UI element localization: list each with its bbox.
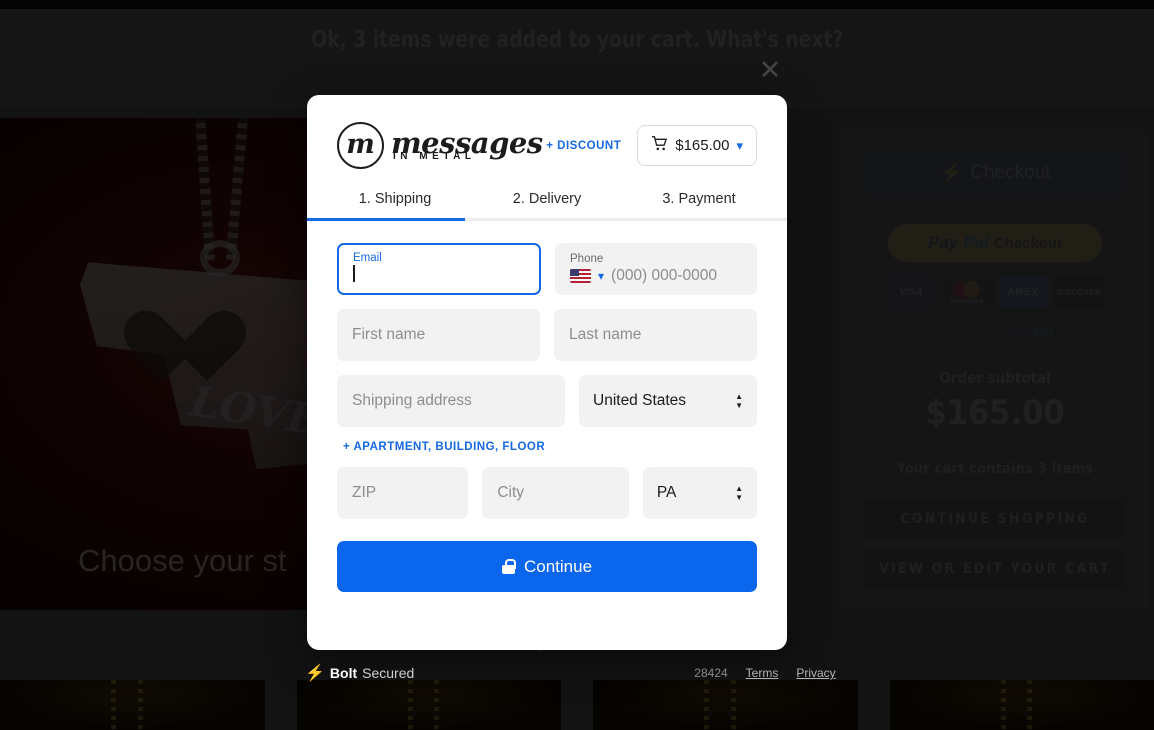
phone-label: Phone [570,253,604,265]
logo-monogram-icon: m [337,122,384,169]
bolt-icon: ⚡ [305,665,325,682]
city-placeholder: City [497,484,525,501]
checkout-steps: 1. Shipping 2. Delivery 3. Payment [307,191,787,218]
stepper-icon: ▲ ▼ [735,392,743,410]
logo-subtitle: IN METAL [393,151,476,162]
phone-placeholder: (000) 000-0000 [611,267,718,284]
tab-payment[interactable]: 3. Payment [623,191,775,218]
city-field[interactable]: City [482,467,629,519]
bolt-checkout-modal: m messages IN METAL + DISCOUNT $165.00 ▾ [307,95,787,650]
phone-field[interactable]: Phone ▾ (000) 000-0000 [555,243,757,295]
page-root: Ok, 3 items were added to your cart. Wha… [0,0,1154,730]
modal-header: m messages IN METAL + DISCOUNT $165.00 ▾ [307,95,787,169]
last-name-field[interactable]: Last name [554,309,757,361]
bolt-word: Bolt [329,665,358,681]
email-field[interactable]: Email [337,243,541,295]
cart-amount: $165.00 [675,137,730,154]
tab-delivery[interactable]: 2. Delivery [471,191,623,218]
modal-footer: ⚡ Bolt Secured 28424 Terms Privacy [305,663,865,683]
zip-field[interactable]: ZIP [337,467,469,519]
secured-word: Secured [362,665,415,681]
tab-shipping[interactable]: 1. Shipping [319,191,471,218]
step-progress-track [307,218,787,221]
order-reference-number: 28424 [694,666,728,680]
first-name-field[interactable]: First name [337,309,540,361]
state-value: PA [656,484,677,501]
state-select[interactable]: PA ▲ ▼ [642,467,757,519]
shipping-address-field[interactable]: Shipping address [337,375,565,427]
chevron-down-icon: ▾ [736,137,743,153]
merchant-logo: m messages IN METAL [337,122,543,169]
shipping-form: Email Phone ▾ (000) 000-0000 First name [307,221,787,592]
zip-placeholder: ZIP [352,484,377,501]
cart-summary-button[interactable]: $165.00 ▾ [637,125,757,166]
privacy-link[interactable]: Privacy [796,666,835,680]
first-name-placeholder: First name [352,326,426,343]
stepper-icon: ▲ ▼ [735,484,743,502]
last-name-placeholder: Last name [569,326,642,343]
continue-button[interactable]: Continue [337,541,757,592]
add-apartment-link[interactable]: + APARTMENT, BUILDING, FLOOR [343,441,757,453]
us-flag-icon[interactable] [570,269,591,283]
add-discount-link[interactable]: + DISCOUNT [546,140,621,152]
country-value: United States [593,392,687,409]
terms-link[interactable]: Terms [746,666,779,680]
step-progress-fill [307,218,466,221]
continue-label: Continue [523,556,593,576]
lock-icon [501,559,516,574]
email-label: Email [353,251,382,264]
country-select[interactable]: United States ▲ ▼ [579,375,757,427]
text-caret [353,264,355,282]
chevron-down-icon[interactable]: ▾ [598,269,604,283]
shipping-address-placeholder: Shipping address [352,392,472,409]
cart-icon [651,136,668,155]
bolt-secured-badge: ⚡ Bolt Secured [305,663,414,683]
